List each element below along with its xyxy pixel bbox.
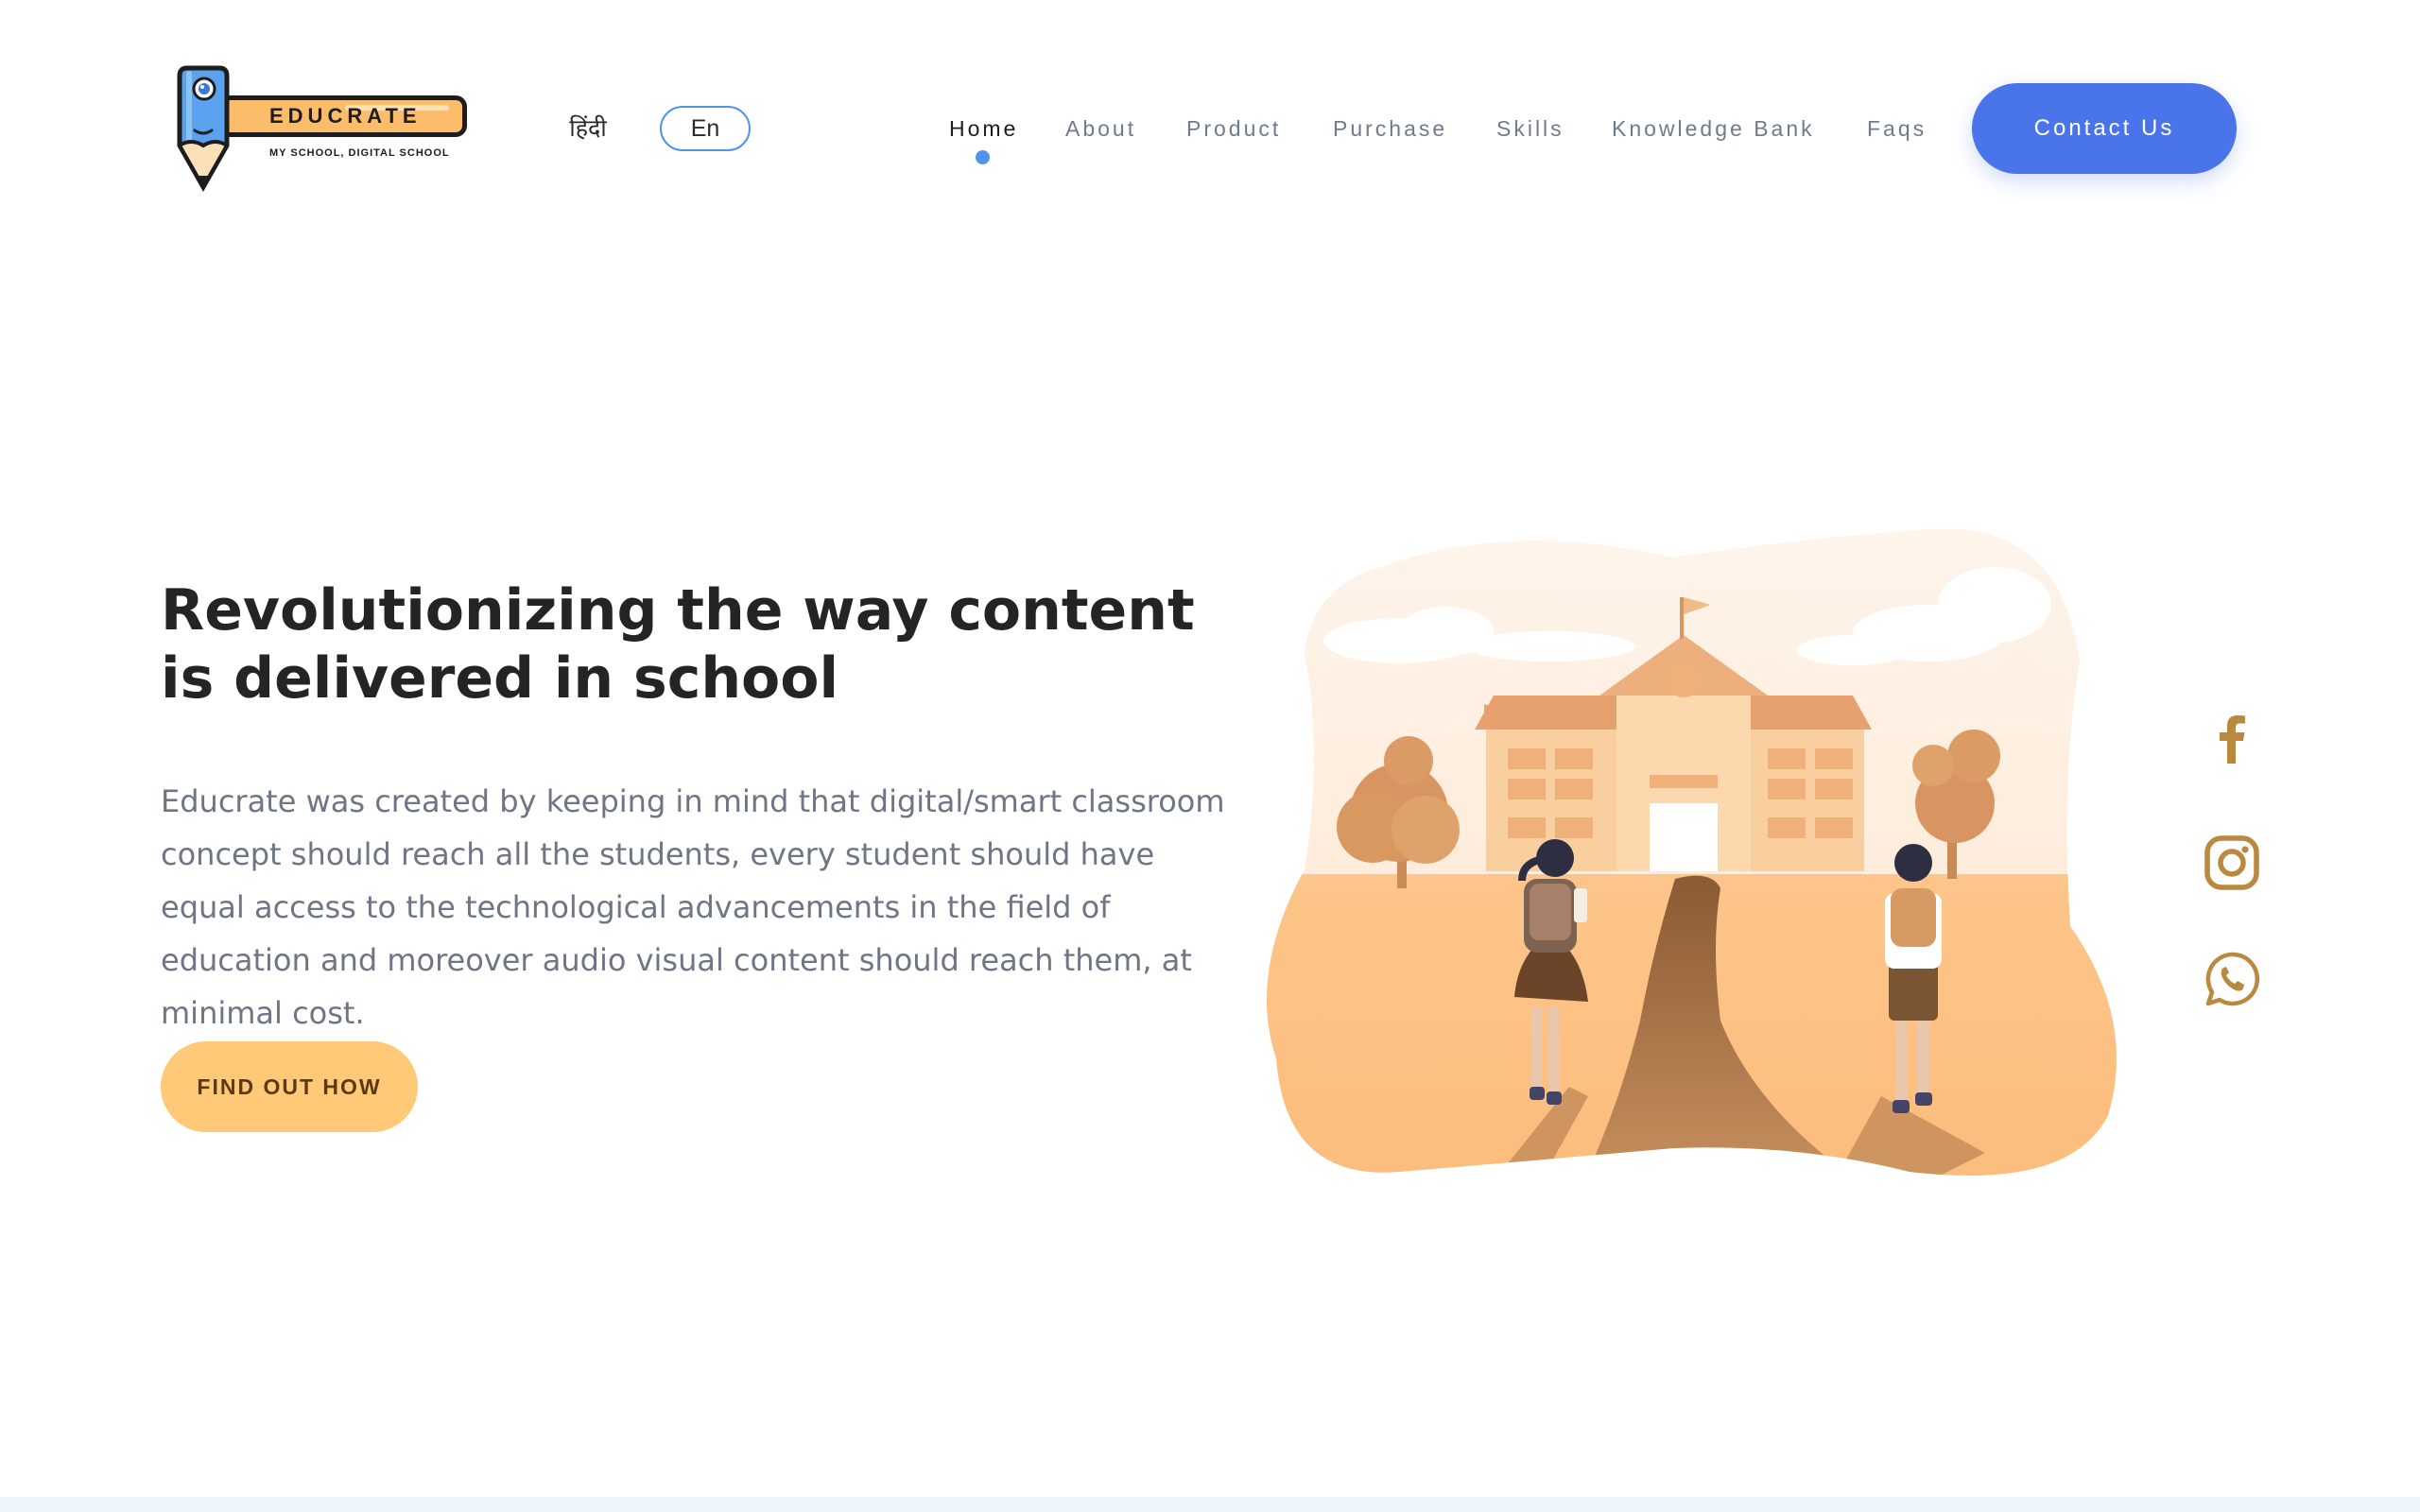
- active-nav-indicator: [976, 150, 990, 164]
- students-walking-to-school-illustration: [1267, 529, 2117, 1176]
- educrate-logo[interactable]: EDUCRATE MY SCHOOL, DIGITAL SCHOOL: [161, 62, 467, 195]
- contact-us-button[interactable]: Contact Us: [1972, 83, 2237, 174]
- logo-wordmark: EDUCRATE: [269, 104, 422, 128]
- language-hindi-button[interactable]: हिंदी: [563, 112, 613, 146]
- nav-item-home[interactable]: Home: [949, 113, 1018, 144]
- nav-item-skills[interactable]: Skills: [1496, 113, 1564, 144]
- nav-item-knowledge-bank[interactable]: Knowledge Bank: [1612, 113, 1815, 144]
- whatsapp-icon[interactable]: [2203, 950, 2261, 1008]
- home-page: EDUCRATE MY SCHOOL, DIGITAL SCHOOL हिंदी…: [0, 0, 2420, 1512]
- instagram-icon[interactable]: [2203, 833, 2261, 892]
- logo-tagline: MY SCHOOL, DIGITAL SCHOOL: [269, 147, 450, 159]
- nav-item-faqs[interactable]: Faqs: [1867, 113, 1927, 144]
- nav-item-product[interactable]: Product: [1186, 113, 1281, 144]
- hero-title: Revolutionizing the way content is deliv…: [161, 577, 1195, 712]
- language-english-button[interactable]: En: [660, 106, 751, 151]
- pencil-mascot-icon: [177, 65, 230, 193]
- nav-item-about[interactable]: About: [1065, 113, 1136, 144]
- hero-description: Educrate was created by keeping in mind …: [161, 783, 1225, 1031]
- next-section-strip: [0, 1497, 2420, 1512]
- nav-item-purchase[interactable]: Purchase: [1333, 113, 1447, 144]
- facebook-icon[interactable]: [2203, 709, 2261, 767]
- find-out-how-button[interactable]: FIND OUT HOW: [161, 1041, 418, 1132]
